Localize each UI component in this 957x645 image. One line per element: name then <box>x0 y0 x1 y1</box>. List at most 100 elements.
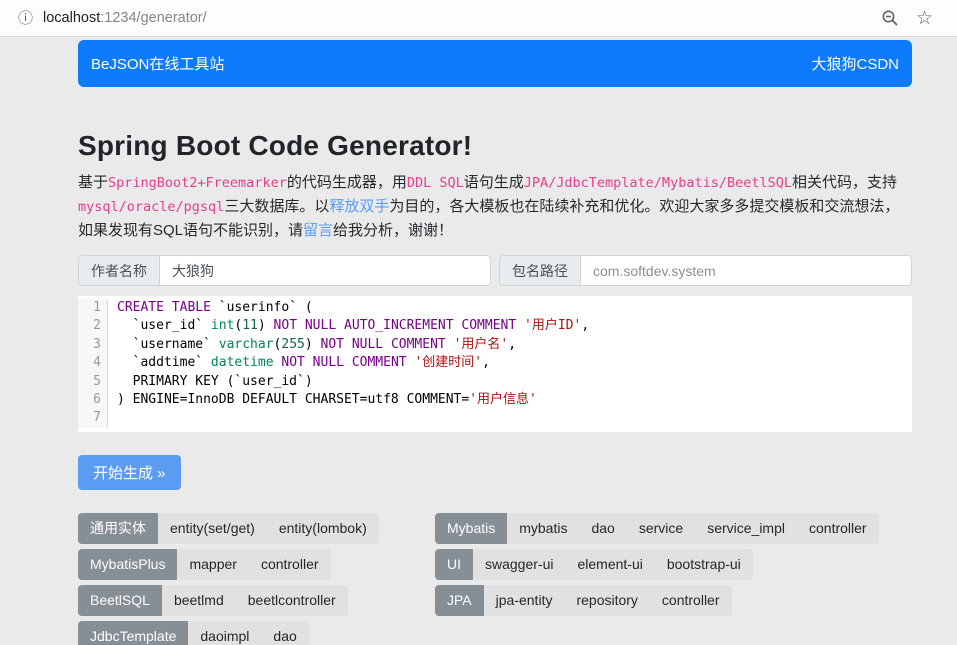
template-group: UIswagger-uielement-uibootstrap-ui <box>435 549 753 580</box>
group-head-button[interactable]: JdbcTemplate <box>78 621 188 645</box>
group-head-button[interactable]: JPA <box>435 585 484 616</box>
template-button[interactable]: service <box>627 513 695 544</box>
code-token: ) <box>258 318 274 333</box>
code-token: '用户名' <box>454 337 509 352</box>
code-token: NOT NULL COMMENT <box>321 337 446 352</box>
code-token: `addtime` <box>117 355 211 370</box>
header-right-link[interactable]: 大狼狗CSDN <box>811 53 899 74</box>
inline-code: JPA/JdbcTemplate/Mybatis/BeetlSQL <box>524 175 792 191</box>
code-token: `username` <box>117 337 219 352</box>
code-token: '用户信息' <box>469 392 537 407</box>
line-number: 6 <box>78 391 101 409</box>
template-button[interactable]: element-ui <box>565 549 654 580</box>
inline-text: 基于 <box>78 174 108 191</box>
code-token <box>446 337 454 352</box>
url-host: localhost <box>43 10 100 26</box>
template-button[interactable]: mybatis <box>507 513 579 544</box>
groups-left: 通用实体entity(set/get)entity(lombok) Mybatis… <box>78 513 435 645</box>
inline-code: DDL SQL <box>407 175 464 191</box>
address-bar[interactable]: ⓘ localhost:1234/generator/ <box>18 10 881 26</box>
template-button[interactable]: controller <box>249 549 331 580</box>
line-number: 3 <box>78 336 101 354</box>
package-input-group: 包名路径 <box>499 255 912 286</box>
code-token: 255 <box>281 337 304 352</box>
code-token: int <box>211 318 234 333</box>
group-head-button[interactable]: UI <box>435 549 473 580</box>
brand-link[interactable]: BeJSON在线工具站 <box>91 53 224 74</box>
code-line: PRIMARY KEY (`user_id`) <box>117 373 912 391</box>
template-button[interactable]: bootstrap-ui <box>655 549 753 580</box>
code-token: varchar <box>219 337 274 352</box>
code-token <box>516 318 524 333</box>
page-title: Spring Boot Code Generator! <box>78 130 912 162</box>
inline-text: 给我分析，谢谢！ <box>333 222 453 239</box>
template-button[interactable]: controller <box>650 585 732 616</box>
inline-link[interactable]: 留言 <box>303 222 333 239</box>
group-head-button[interactable]: Mybatis <box>435 513 507 544</box>
zoom-out-icon[interactable] <box>881 9 899 27</box>
package-label: 包名路径 <box>499 255 580 286</box>
code-token: `userinfo` ( <box>211 300 313 315</box>
template-button[interactable]: entity(set/get) <box>158 513 267 544</box>
code-token: PRIMARY KEY (`user_id`) <box>117 374 313 389</box>
code-token: ) ENGINE=InnoDB DEFAULT CHARSET=utf8 COM… <box>117 392 469 407</box>
template-group: Mybatismybatisdaoserviceservice_implcont… <box>435 513 879 544</box>
template-button[interactable]: repository <box>564 585 649 616</box>
code-line: CREATE TABLE `userinfo` ( <box>117 299 912 317</box>
code-token: NOT NULL AUTO_INCREMENT COMMENT <box>274 318 517 333</box>
code-line: ) ENGINE=InnoDB DEFAULT CHARSET=utf8 COM… <box>117 391 912 409</box>
url-path: :1234/generator/ <box>100 10 206 26</box>
url-text: localhost:1234/generator/ <box>43 10 207 26</box>
group-head-button[interactable]: 通用实体 <box>78 513 158 544</box>
bookmark-star-icon[interactable]: ☆ <box>916 9 933 28</box>
group-head-button[interactable]: MybatisPlus <box>78 549 177 580</box>
browser-chrome: ⓘ localhost:1234/generator/ ☆ <box>0 0 957 37</box>
code-token: datetime <box>211 355 274 370</box>
line-number: 5 <box>78 373 101 391</box>
template-button[interactable]: entity(lombok) <box>267 513 379 544</box>
template-group: JPAjpa-entityrepositorycontroller <box>435 585 732 616</box>
code-line: `addtime` datetime NOT NULL COMMENT '创建时… <box>117 354 912 372</box>
template-group: JdbcTemplatedaoimpldao <box>78 621 309 645</box>
code-token: NOT NULL COMMENT <box>281 355 406 370</box>
page-info-icon[interactable]: ⓘ <box>18 11 33 26</box>
sql-code-editor[interactable]: 1234567 CREATE TABLE `userinfo` ( `user_… <box>78 296 912 432</box>
template-group: BeetlSQLbeetlmdbeetlcontroller <box>78 585 348 616</box>
template-button[interactable]: swagger-ui <box>473 549 565 580</box>
line-number: 1 <box>78 299 101 317</box>
inline-text: 语句生成 <box>464 174 524 191</box>
code-line: `username` varchar(255) NOT NULL COMMENT… <box>117 336 912 354</box>
author-label: 作者名称 <box>78 255 159 286</box>
code-token: '创建时间' <box>414 355 482 370</box>
code-line: `user_id` int(11) NOT NULL AUTO_INCREMEN… <box>117 317 912 335</box>
line-number: 4 <box>78 354 101 372</box>
template-button[interactable]: service_impl <box>695 513 797 544</box>
template-button[interactable]: mapper <box>177 549 248 580</box>
template-button[interactable]: daoimpl <box>188 621 261 645</box>
template-button[interactable]: beetlcontroller <box>236 585 348 616</box>
template-group: MybatisPlusmappercontroller <box>78 549 331 580</box>
author-input[interactable] <box>159 255 491 286</box>
line-number: 7 <box>78 409 101 427</box>
package-input[interactable] <box>580 255 912 286</box>
inline-text: 的代码生成器，用 <box>287 174 407 191</box>
template-button[interactable]: dao <box>579 513 626 544</box>
code-gutter: 1234567 <box>78 299 108 428</box>
site-header: BeJSON在线工具站 大狼狗CSDN <box>78 40 912 87</box>
code-line <box>117 409 912 427</box>
template-button[interactable]: controller <box>797 513 879 544</box>
page-background: BeJSON在线工具站 大狼狗CSDN Spring Boot Code Gen… <box>0 37 957 645</box>
template-button[interactable]: beetlmd <box>162 585 236 616</box>
template-button[interactable]: jpa-entity <box>484 585 565 616</box>
code-token: `user_id` <box>117 318 211 333</box>
inline-link[interactable]: 释放双手 <box>329 198 389 215</box>
intro-description: 基于SpringBoot2+Freemarker的代码生成器，用DDL SQL语… <box>78 171 912 242</box>
inline-code: mysql/oracle/pgsql <box>78 199 224 215</box>
template-group: 通用实体entity(set/get)entity(lombok) <box>78 513 379 544</box>
inline-code: SpringBoot2+Freemarker <box>108 175 287 191</box>
template-button[interactable]: dao <box>261 621 308 645</box>
inline-text: 相关代码，支持 <box>792 174 897 191</box>
generate-button[interactable]: 开始生成 » <box>78 455 181 490</box>
group-head-button[interactable]: BeetlSQL <box>78 585 162 616</box>
code-token: , <box>508 337 516 352</box>
